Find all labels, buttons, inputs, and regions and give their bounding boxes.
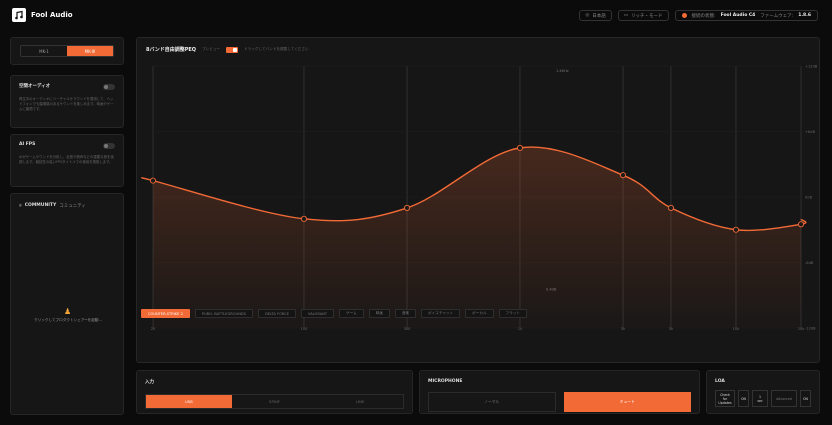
input-option-usb[interactable]: USB — [146, 395, 232, 408]
loa-panel: LOA Check for Updates ON 1 sec Advanced … — [706, 370, 820, 414]
mode-option-mk3[interactable]: MK-III — [67, 46, 113, 56]
device-mode-panel: MK-1 MK-III — [10, 37, 124, 65]
top-bar: Fool Audio ◎ 日本語 ▭ リッチ・モード 接続の状態: Fool A… — [0, 0, 832, 30]
connection-status: 接続の状態: Fool Audio C4 ファームウェア: 1.8.6 — [674, 10, 818, 21]
mic-mute-button[interactable]: ミュート — [563, 392, 691, 412]
eq-band-handle[interactable] — [403, 204, 411, 211]
input-switch: USB SPDIF LINE — [145, 394, 404, 409]
ai-fps-toggle[interactable] — [103, 143, 115, 149]
input-option-spdif[interactable]: SPDIF — [232, 395, 318, 408]
community-launch-link[interactable]: クリックしてプロダクトシェアーを起動... — [19, 318, 117, 323]
input-option-line[interactable]: LINE — [317, 395, 403, 408]
y-tick-label: 0dB — [805, 196, 813, 200]
monitor-icon: ▭ — [623, 13, 629, 18]
spatial-audio-card: 空間オーディオ 再生中のオーディオにバーチャルサラウンドを適用して、ヘッドフォン… — [10, 75, 124, 128]
loa-status: ON — [738, 390, 749, 407]
language-button[interactable]: ◎ 日本語 — [579, 10, 612, 21]
loa-label: LOA — [715, 379, 725, 384]
eq-band-handle[interactable] — [149, 177, 157, 184]
y-tick-label: +6dB — [805, 130, 816, 134]
microphone-label: MICROPHONE — [428, 379, 463, 384]
check-updates-button[interactable]: Check for Updates — [715, 390, 735, 407]
mode-button[interactable]: ▭ リッチ・モード — [617, 10, 669, 21]
preset-button[interactable]: ボーカル — [465, 309, 494, 318]
eq-band-handle[interactable] — [516, 144, 524, 151]
preset-button[interactable]: DELTA FORCE — [257, 309, 296, 318]
advanced-toggle[interactable]: ON — [800, 390, 811, 407]
community-title: COMMUNITY — [24, 203, 57, 208]
spatial-audio-toggle[interactable] — [103, 84, 115, 90]
preset-button[interactable]: 音楽 — [394, 309, 417, 318]
user-icon: ♟ — [64, 307, 72, 316]
app-title: Fool Audio — [31, 11, 73, 19]
status-prefix: 接続の状態: — [691, 13, 716, 19]
y-tick-label: -6dB — [805, 261, 814, 265]
card-body: AIがゲームサウンドを分析し、足音や銃声などの重要な音を強調します。競技性の高い… — [19, 155, 114, 164]
status-version-label: ファームウェア: — [760, 13, 794, 19]
preset-button[interactable]: 映画 — [368, 309, 390, 318]
card-body: 再生中のオーディオにバーチャルサラウンドを適用して、ヘッドフォンでも臨場感のある… — [19, 97, 114, 111]
input-panel: 入力 USB SPDIF LINE — [136, 370, 413, 414]
preset-button[interactable]: ゲーム — [339, 309, 364, 318]
community-subtitle: コミュニティ — [59, 204, 86, 209]
status-dot-icon — [681, 13, 687, 18]
eq-band-handle[interactable] — [300, 215, 308, 222]
globe-icon: ◎ — [585, 13, 590, 18]
eq-band-handle[interactable] — [667, 204, 675, 211]
mode-option-mk1[interactable]: MK-1 — [21, 46, 67, 56]
status-version: 1.8.6 — [798, 13, 811, 18]
community-panel: ⌾ COMMUNITY コミュニティ ♟ クリックしてプロダクトシェアーを起動.… — [10, 193, 124, 415]
y-tick-label: +12dB — [805, 65, 818, 69]
community-header: ⌾ COMMUNITY コミュニティ — [19, 203, 86, 209]
eq-band-handle[interactable] — [619, 172, 627, 179]
device-mode-switch: MK-1 MK-III — [20, 45, 114, 57]
y-tick-label: -12dB — [805, 327, 816, 331]
preset-button[interactable]: ボイスチャット — [421, 309, 461, 318]
preset-button[interactable]: COUNTER-STRIKE 2 — [141, 309, 190, 318]
preset-button[interactable]: VALORANT — [301, 309, 335, 318]
preset-bar: COUNTER-STRIKE 2 PUBG: BATTLEGROUNDS DELTA… — [141, 309, 527, 318]
mode-label: リッチ・モード — [631, 13, 663, 19]
loa-delay[interactable]: 1 sec — [752, 390, 768, 407]
app-logo: Fool Audio — [12, 8, 73, 22]
card-title: 空間オーディオ — [19, 84, 51, 89]
eq-band-handle[interactable] — [732, 226, 740, 233]
preset-button[interactable]: PUBG: BATTLEGROUNDS — [194, 309, 253, 318]
ai-fps-card: AI FPS AIがゲームサウンドを分析し、足音や銃声などの重要な音を強調します… — [10, 134, 124, 187]
input-label: 入力 — [145, 380, 154, 385]
status-device: Fool Audio C4 — [720, 13, 756, 18]
language-label: 日本語 — [592, 13, 606, 19]
microphone-panel: MICROPHONE ノーマル ミュート — [419, 370, 700, 414]
advanced-label: Advanced — [771, 390, 797, 407]
card-title: AI FPS — [19, 142, 36, 147]
eq-band-handle[interactable] — [797, 221, 805, 228]
eq-top-label: 1.4KHz — [556, 69, 569, 73]
logo-mark-icon — [12, 8, 26, 22]
community-icon: ⌾ — [19, 204, 22, 209]
mic-normal-button[interactable]: ノーマル — [428, 392, 556, 412]
eq-curve-fill — [141, 147, 806, 328]
preset-button[interactable]: フラット — [498, 309, 527, 318]
